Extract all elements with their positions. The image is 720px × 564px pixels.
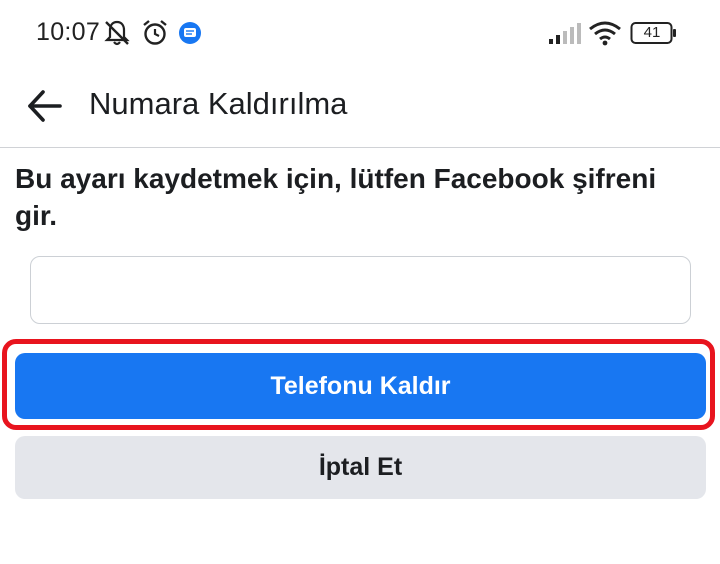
page: 10:07 41 Numara Kaldırılma Bu ayarı kayd…: [0, 0, 720, 564]
password-input[interactable]: [30, 256, 691, 324]
signal-strength-icon: [549, 23, 581, 44]
arrow-left-icon: [28, 90, 62, 122]
status-time: 10:07: [36, 18, 101, 46]
password-prompt-text: Bu ayarı kaydetmek için, lütfen Facebook…: [15, 163, 657, 231]
status-bar: 10:07 41: [0, 0, 720, 64]
app-bar: Numara Kaldırılma: [0, 64, 720, 148]
messages-icon: [179, 22, 201, 44]
battery-level: 41: [643, 24, 661, 41]
cancel-button[interactable]: İptal Et: [15, 436, 706, 499]
page-title: Numara Kaldırılma: [89, 86, 348, 121]
back-button[interactable]: [18, 80, 70, 132]
wifi-icon: [589, 21, 621, 46]
muted-notifications-icon: [104, 20, 130, 46]
alarm-clock-icon: [143, 20, 167, 45]
remove-phone-button[interactable]: Telefonu Kaldır: [15, 353, 706, 419]
